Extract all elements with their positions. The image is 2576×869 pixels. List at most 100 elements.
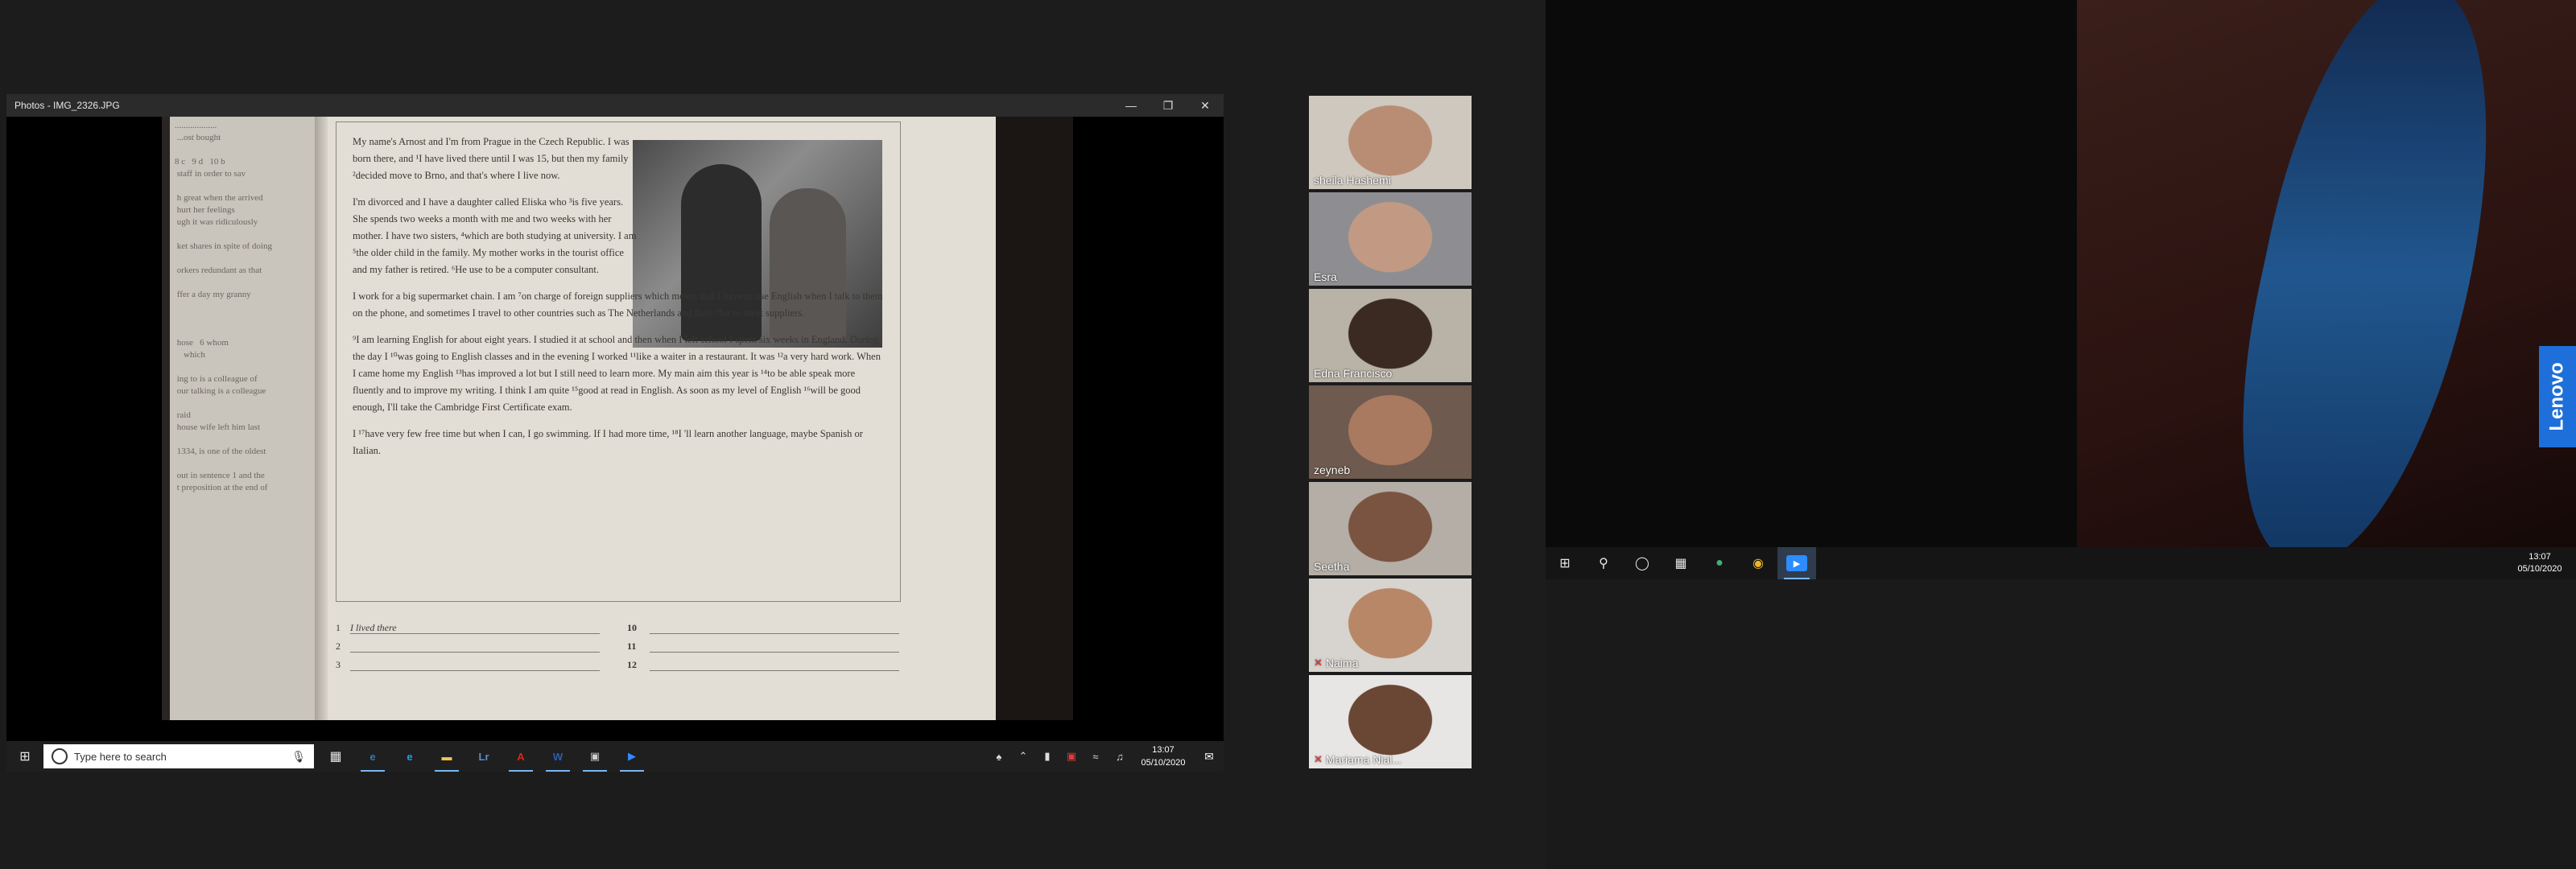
pinned-apps: e e ▬ Lr A W ▣ ▶	[354, 741, 650, 772]
answer-number: 11	[627, 640, 637, 652]
desktop-clock[interactable]: 13:07 05/10/2020	[2504, 551, 2576, 575]
left-page-text: ................... ...ost bought 8 c 9 …	[175, 121, 272, 492]
maximize-icon[interactable]: ❐	[1150, 94, 1187, 117]
zoom-icon[interactable]: ▶	[613, 741, 650, 772]
word-glyph: W	[552, 750, 564, 763]
windows-start-icon[interactable]: ⊞	[1546, 547, 1584, 579]
acrobat-glyph: A	[517, 750, 525, 763]
notification-icon[interactable]: ✉	[1195, 750, 1224, 764]
lr-app-icon[interactable]: Lr	[465, 741, 502, 772]
chrome-icon[interactable]: ◉	[1739, 547, 1777, 579]
zoom-glyph: ▶	[628, 750, 636, 762]
shared-screen: Photos - IMG_2326.JPG — ❐ ✕ ............…	[0, 0, 1546, 869]
file-explorer-icon[interactable]: ▬	[428, 741, 465, 772]
task-view-icon[interactable]: ▦	[1662, 547, 1700, 579]
chevron-up-icon[interactable]: ⌃	[1011, 750, 1035, 763]
participant-name: Seetha	[1314, 560, 1349, 573]
participant-name-label: Esra	[1314, 270, 1337, 283]
lr-app-glyph: Lr	[478, 750, 489, 763]
reading-box: My name's Arnost and I'm from Prague in …	[336, 121, 901, 602]
participant-name: sheila Hashemi	[1314, 174, 1391, 187]
clock-time: 13:07	[2529, 552, 2551, 562]
taskbar-clock[interactable]: 13:07 05/10/2020	[1132, 743, 1195, 769]
participant-name-label: sheila Hashemi	[1314, 174, 1391, 187]
shared-taskbar: ⊞ Type here to search 🎙 ▦ e e ▬ Lr A W ▣ ▶ ♠ ⌃ …	[6, 741, 1224, 772]
muted-mic-icon: ✕	[1314, 753, 1323, 765]
right-page: My name's Arnost and I'm from Prague in …	[328, 117, 996, 720]
canyon-wallpaper	[2077, 0, 2576, 563]
participant-tile[interactable]: Seetha	[1309, 482, 1472, 575]
clock-time: 13:07	[1152, 745, 1174, 755]
answer-number: 1	[336, 622, 341, 633]
participant-name-label: Seetha	[1314, 560, 1350, 573]
participant-name: ✕ Naima	[1314, 657, 1358, 669]
lenovo-badge: Lenovo	[2539, 346, 2576, 447]
answer-line	[350, 633, 600, 634]
minimize-icon[interactable]: —	[1113, 94, 1150, 117]
participant-name: zeyneb	[1314, 463, 1350, 476]
answer-line	[350, 670, 600, 671]
answer-number: 3	[336, 659, 341, 670]
muted-mic-icon: ✕	[1314, 657, 1323, 669]
paragraph: My name's Arnost and I'm from Prague in …	[353, 136, 630, 181]
window-title: Photos - IMG_2326.JPG	[14, 100, 120, 111]
paragraph: I work for a big supermarket chain. I am…	[353, 290, 883, 319]
participant-name-label: Mariama Nial...	[1325, 753, 1402, 766]
answer-line	[650, 652, 899, 653]
photo-viewer[interactable]: ................... ...ost bought 8 c 9 …	[6, 117, 1224, 772]
task-view-icon[interactable]: ▦	[317, 741, 354, 772]
paragraph: ⁹I am learning English for about eight y…	[353, 334, 881, 413]
system-tray: ♠ ⌃ ▮ ▣ ≈ ♫ 13:07 05/10/2020 ✉	[987, 741, 1224, 772]
search-icon[interactable]: ⚲	[1584, 547, 1623, 579]
answer-row: 3 12	[336, 659, 899, 677]
answer-number: 2	[336, 640, 341, 652]
acrobat-icon[interactable]: A	[502, 741, 539, 772]
edge-icon[interactable]: ●	[1700, 547, 1739, 579]
photos-glyph: ▣	[589, 750, 601, 762]
desktop-taskbar: ⊞ ⚲ ◯ ▦ ● ◉ ▶ 13:07 05/10/2020	[1546, 547, 2576, 579]
answer-number: 12	[627, 659, 637, 670]
internet-explorer-glyph: e	[407, 750, 413, 763]
participant-tile[interactable]: Edna Francisco	[1309, 289, 1472, 382]
close-icon[interactable]: ✕	[1187, 94, 1224, 117]
internet-explorer-icon[interactable]: e	[391, 741, 428, 772]
windows-start-icon[interactable]: ⊞	[6, 741, 43, 772]
file-explorer-glyph: ▬	[441, 750, 452, 763]
photos-titlebar[interactable]: Photos - IMG_2326.JPG — ❐ ✕	[6, 94, 1224, 117]
edge-legacy-glyph: e	[369, 750, 376, 763]
taskbar-search-box[interactable]: Type here to search 🎙	[43, 744, 314, 768]
participant-tile[interactable]: Esra	[1309, 192, 1472, 286]
people-icon[interactable]: ♠	[987, 751, 1011, 763]
desktop-wallpaper: Lenovo ⊞ ⚲ ◯ ▦ ● ◉ ▶ 13:07 05/10/2020	[1546, 0, 2576, 579]
paragraph: I'm divorced and I have a daughter calle…	[353, 196, 637, 275]
participant-tile[interactable]: ✕ Naima	[1309, 579, 1472, 672]
zoom-icon[interactable]: ▶	[1777, 547, 1816, 579]
clock-date: 05/10/2020	[1141, 758, 1186, 768]
photos-icon[interactable]: ▣	[576, 741, 613, 772]
cortana-icon[interactable]: ◯	[1623, 547, 1662, 579]
microphone-icon[interactable]: 🎙	[291, 750, 306, 764]
starry-sky	[2200, 0, 2533, 563]
participant-name-label: zeyneb	[1314, 463, 1351, 476]
answer-line	[650, 670, 899, 671]
participant-tile[interactable]: ✕ Mariama Nial...	[1309, 675, 1472, 768]
word-icon[interactable]: W	[539, 741, 576, 772]
participant-tile[interactable]: zeyneb	[1309, 385, 1472, 479]
answer-line	[650, 633, 899, 634]
volume-icon[interactable]: ♫	[1108, 751, 1132, 763]
antivirus-icon[interactable]: ▣	[1059, 750, 1084, 763]
book-photo: ................... ...ost bought 8 c 9 …	[162, 117, 1073, 720]
edge-legacy-icon[interactable]: e	[354, 741, 391, 772]
participant-name-label: Naima	[1325, 657, 1359, 669]
clock-date: 05/10/2020	[2517, 564, 2562, 574]
photos-window: Photos - IMG_2326.JPG — ❐ ✕ ............…	[6, 94, 1224, 772]
answer-number: 10	[627, 622, 637, 633]
wifi-icon[interactable]: ≈	[1084, 751, 1108, 763]
participant-tile[interactable]: sheila Hashemi	[1309, 96, 1472, 189]
book-gutter	[315, 117, 328, 720]
paragraph: I ¹⁷have very few free time but when I c…	[353, 428, 863, 456]
participant-name: Esra	[1314, 270, 1337, 283]
answer-row: 1 I lived there 10	[336, 622, 899, 640]
page-edge	[996, 117, 1073, 720]
battery-icon[interactable]: ▮	[1035, 750, 1059, 763]
